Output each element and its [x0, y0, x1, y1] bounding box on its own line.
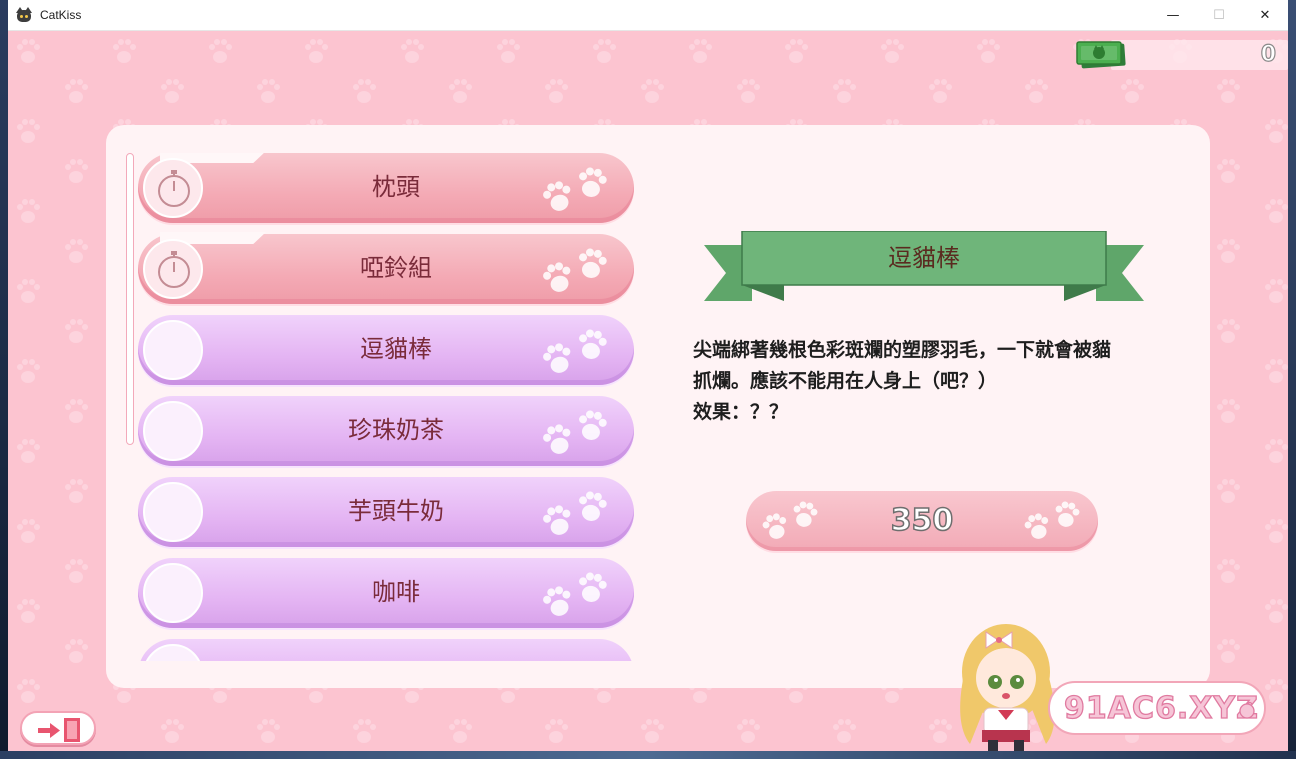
mascot-character: [960, 624, 1055, 751]
maximize-button[interactable]: ☐: [1196, 0, 1242, 31]
window-controls: — ☐ ✕: [1150, 0, 1288, 31]
desktop-background-bottom: [0, 751, 1296, 759]
watermark-text: 91AC6.XYZ: [1063, 690, 1259, 726]
money-display: 0: [1071, 37, 1288, 70]
description-line: 效果：？？: [693, 401, 789, 423]
shop-item-taro-milk[interactable]: 芋頭牛奶: [138, 477, 634, 547]
shop-item-coffee[interactable]: 咖啡: [138, 558, 634, 628]
paw-print-icon: [540, 570, 609, 620]
minimize-button[interactable]: —: [1150, 0, 1196, 31]
paw-print-icon: [540, 489, 609, 539]
shop-item-pillow[interactable]: 枕頭: [138, 153, 634, 223]
paw-print-icon: [540, 327, 609, 377]
money-bar: 0: [1111, 40, 1288, 70]
paw-print-icon: [540, 246, 609, 296]
shop-item-partial[interactable]: [138, 639, 634, 661]
description-line: 尖端綁著幾根色彩斑斕的塑膠羽毛，一下就會被貓: [693, 339, 1112, 361]
app-window: CatKiss — ☐ ✕ 0 枕頭 啞鈴組 逗貓棒 珍珠奶茶 芋頭牛奶 咖啡 …: [8, 0, 1288, 751]
shop-item-cat-teaser[interactable]: 逗貓棒: [138, 315, 634, 385]
cash-icon: [1076, 41, 1126, 69]
title-bar[interactable]: CatKiss — ☐ ✕: [8, 0, 1288, 31]
paw-print-icon: [540, 165, 609, 215]
peach-icon: [1239, 701, 1255, 719]
shop-item-list[interactable]: 枕頭 啞鈴組 逗貓棒 珍珠奶茶 芋頭牛奶 咖啡: [136, 153, 636, 661]
paw-print-icon: [1022, 500, 1081, 542]
description-line: 抓爛。應該不能用在人身上（吧？）: [693, 370, 998, 392]
game-canvas: 0 枕頭 啞鈴組 逗貓棒 珍珠奶茶 芋頭牛奶 咖啡 逗貓棒 尖端綁著幾根色彩斑斕…: [8, 31, 1288, 751]
cat-app-icon: [16, 7, 32, 23]
desktop-background-left: [0, 0, 8, 759]
exit-door-icon: [38, 718, 80, 742]
item-description: 尖端綁著幾根色彩斑斕的塑膠羽毛，一下就會被貓 抓爛。應該不能用在人身上（吧？） …: [693, 335, 1173, 428]
watermark-badge: 91AC6.XYZ: [1048, 681, 1266, 735]
shop-panel: 枕頭 啞鈴組 逗貓棒 珍珠奶茶 芋頭牛奶 咖啡 逗貓棒 尖端綁著幾根色彩斑斕的塑…: [106, 125, 1210, 688]
close-button[interactable]: ✕: [1242, 0, 1288, 31]
paw-print-icon: [540, 408, 609, 458]
detail-title: 逗貓棒: [888, 244, 960, 272]
window-title: CatKiss: [40, 8, 82, 22]
shop-item-dumbbell[interactable]: 啞鈴組: [138, 232, 634, 304]
shop-item-bubble-tea[interactable]: 珍珠奶茶: [138, 396, 634, 466]
item-title-ribbon: 逗貓棒: [704, 231, 1144, 303]
list-scrollbar[interactable]: [126, 153, 134, 445]
shop-item-label: [138, 639, 636, 661]
money-value: 0: [1260, 41, 1277, 67]
buy-price-button[interactable]: 350: [746, 491, 1098, 551]
exit-button[interactable]: [20, 711, 96, 745]
desktop-background-right: [1288, 0, 1296, 759]
